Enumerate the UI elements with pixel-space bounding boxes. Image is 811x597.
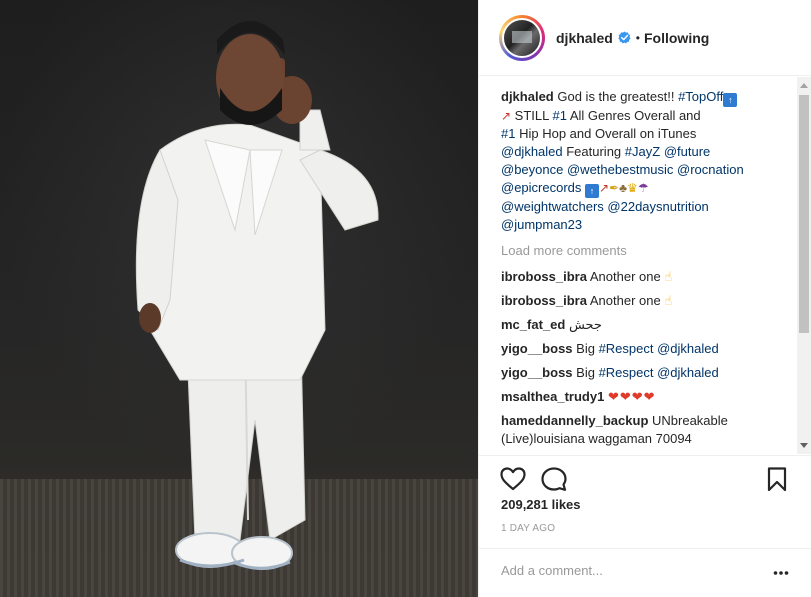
- post-caption: djkhaled God is the greatest!! #TopOff ↑ ↗…: [501, 88, 769, 234]
- hashtag-mention-link[interactable]: @djkhaled: [657, 365, 719, 380]
- hashtag-mention-link[interactable]: @22daysnutrition: [607, 199, 708, 214]
- comment-text: Hip Hop and Overall on iTunes: [515, 126, 697, 141]
- post-header: djkhaled • Following: [479, 0, 811, 76]
- load-more-comments-button[interactable]: Load more comments: [501, 243, 797, 259]
- comment-text: God is the greatest!!: [557, 89, 679, 104]
- umbrella-emoji-icon: ☂: [637, 181, 649, 195]
- comment-text: All Genres Overall and: [566, 108, 701, 123]
- comment-items: ibroboss_ibra Another one ☝ ibroboss_ibra…: [501, 268, 797, 448]
- comment-item: ibroboss_ibra Another one ☝: [501, 292, 771, 310]
- top-badge-emoji-icon: ↑: [585, 184, 600, 198]
- post-photo[interactable]: [0, 0, 478, 597]
- comment-text: Big: [576, 365, 599, 380]
- hashtag-mention-link[interactable]: #1: [553, 108, 567, 123]
- hashtag-mention-link[interactable]: #Respect: [599, 341, 654, 356]
- following-button[interactable]: Following: [644, 30, 709, 46]
- rocket-emoji-icon: ↗: [599, 181, 610, 195]
- heart-outline-icon[interactable]: [499, 465, 527, 493]
- rocket-emoji-icon: ↗: [501, 109, 512, 123]
- header-separator: •: [635, 30, 640, 45]
- add-comment-bar: [479, 548, 811, 597]
- scroll-thumb[interactable]: [799, 95, 809, 333]
- hashtag-mention-link[interactable]: @weightwatchers: [501, 199, 604, 214]
- ellipsis-icon[interactable]: [773, 570, 789, 576]
- bookmark-icon[interactable]: [763, 465, 791, 493]
- add-comment-input[interactable]: [501, 563, 741, 578]
- man-in-white-suit-figure: [135, 21, 379, 570]
- hashtag-mention-link[interactable]: @djkhaled: [501, 144, 563, 159]
- hand-emoji-icon: ☝: [664, 293, 673, 308]
- story-ring[interactable]: [499, 14, 545, 61]
- scroll-up-arrow-icon[interactable]: [800, 83, 808, 88]
- comment-text: جحش: [568, 317, 602, 332]
- comment-text: STILL: [511, 108, 553, 123]
- avatar[interactable]: [502, 17, 542, 58]
- post-author-username[interactable]: djkhaled: [556, 30, 613, 46]
- heart-emoji-icon: ❤: [631, 389, 643, 404]
- hashtag-mention-link[interactable]: @beyonce: [501, 162, 563, 177]
- comment-item: yigo__boss Big #Respect @djkhaled: [501, 364, 771, 382]
- hashtag-mention-link[interactable]: @djkhaled: [657, 341, 719, 356]
- heart-emoji-icon: ❤: [643, 389, 655, 404]
- comment-item: hameddannelly_backup UNbreakable (Live)l…: [501, 412, 771, 448]
- comments-list[interactable]: djkhaled God is the greatest!! #TopOff ↑ ↗…: [479, 77, 797, 454]
- comment-username[interactable]: mc_fat_ed: [501, 317, 565, 332]
- hashtag-mention-link[interactable]: #1: [501, 126, 515, 141]
- comment-text: Another one: [589, 269, 665, 284]
- comments-scrollbar[interactable]: [797, 77, 811, 454]
- hashtag-mention-link[interactable]: @future: [664, 144, 710, 159]
- comment-username[interactable]: ibroboss_ibra: [501, 293, 587, 308]
- comment-item: mc_fat_ed جحش: [501, 316, 771, 334]
- comment-username[interactable]: msalthea_trudy1: [501, 389, 604, 404]
- comment-username[interactable]: hameddannelly_backup: [501, 413, 648, 428]
- hashtag-mention-link[interactable]: #Respect: [599, 365, 654, 380]
- hashtag-mention-link[interactable]: #TopOff: [678, 89, 723, 104]
- hashtag-mention-link[interactable]: @wethebestmusic: [567, 162, 673, 177]
- hand-emoji-icon: ☝: [664, 269, 673, 284]
- hashtag-mention-link[interactable]: @jumpman23: [501, 217, 582, 232]
- comment-username[interactable]: yigo__boss: [501, 365, 573, 380]
- hashtag-mention-link[interactable]: @epicrecords: [501, 180, 581, 195]
- comment-username[interactable]: ibroboss_ibra: [501, 269, 587, 284]
- heart-emoji-icon: ❤: [619, 389, 631, 404]
- hashtag-mention-link[interactable]: @rocnation: [677, 162, 744, 177]
- comment-item: msalthea_trudy1 ❤❤❤❤: [501, 388, 771, 406]
- post-timestamp[interactable]: 1 DAY AGO: [501, 523, 555, 534]
- comment-item: yigo__boss Big #Respect @djkhaled: [501, 340, 771, 358]
- comment-text: Featuring: [562, 144, 625, 159]
- verified-badge-icon: [618, 31, 631, 44]
- crown-face-emoji-icon: ♛: [627, 181, 638, 195]
- post-panel: djkhaled • Following djkhaled God is the…: [478, 0, 811, 597]
- heart-emoji-icon: ❤: [607, 389, 619, 404]
- hashtag-mention-link[interactable]: #JayZ: [625, 144, 660, 159]
- caption-username[interactable]: djkhaled: [501, 89, 554, 104]
- comment-text: Another one: [589, 293, 665, 308]
- comment-text: Big: [576, 341, 599, 356]
- lion-emoji-icon: ♣: [619, 181, 628, 195]
- comment-item: ibroboss_ibra Another one ☝: [501, 268, 771, 286]
- like-count[interactable]: 209,281 likes: [501, 497, 581, 512]
- speech-bubble-icon[interactable]: [540, 465, 568, 493]
- top-badge-emoji-icon: ↑: [723, 93, 738, 107]
- comment-username[interactable]: yigo__boss: [501, 341, 573, 356]
- key-emoji-icon: ✒: [609, 181, 620, 195]
- scroll-down-arrow-icon[interactable]: [800, 443, 808, 448]
